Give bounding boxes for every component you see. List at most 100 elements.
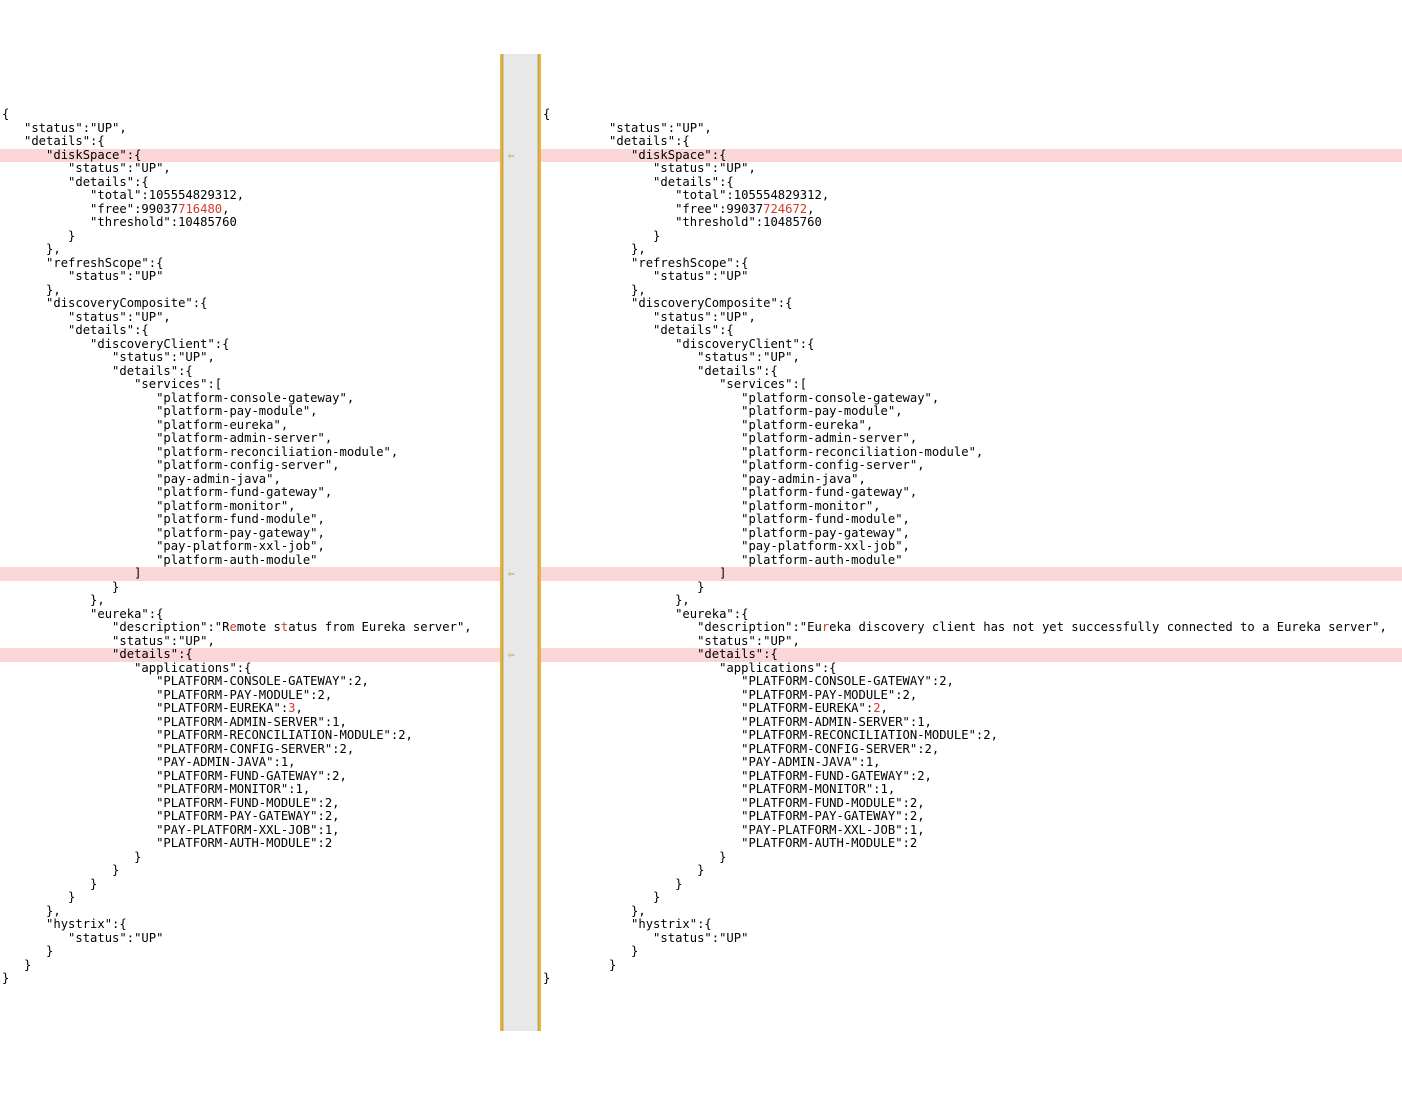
code-line: "platform-fund-gateway", [2, 486, 498, 500]
code-line: "PLATFORM-FUND-GATEWAY":2, [543, 770, 1400, 784]
code-line: "status":"UP", [2, 162, 498, 176]
code-line: "details":{ [543, 176, 1400, 190]
code-line: "details":{ [543, 648, 1400, 662]
code-line: } [543, 864, 1400, 878]
code-line: "status":"UP" [543, 932, 1400, 946]
code-line: "details":{ [543, 135, 1400, 149]
code-line: "PAY-ADMIN-JAVA":1, [543, 756, 1400, 770]
code-line: ] [543, 567, 1400, 581]
code-line: "description":"Remote status from Eureka… [2, 621, 498, 635]
code-line: "discoveryComposite":{ [2, 297, 498, 311]
code-line: "platform-monitor", [2, 500, 498, 514]
code-line: } [2, 851, 498, 865]
code-line: "PLATFORM-RECONCILIATION-MODULE":2, [2, 729, 498, 743]
code-line: "platform-auth-module" [2, 554, 498, 568]
code-line: }, [2, 243, 498, 257]
code-line: "PLATFORM-ADMIN-SERVER":1, [543, 716, 1400, 730]
code-line: "platform-console-gateway", [543, 392, 1400, 406]
code-line: "PLATFORM-EUREKA":2, [543, 702, 1400, 716]
code-line: "pay-admin-java", [2, 473, 498, 487]
code-line: "status":"UP", [543, 162, 1400, 176]
merge-left-arrow-icon[interactable]: ⇦ [504, 567, 537, 581]
code-line: { [2, 108, 498, 122]
code-line: } [2, 878, 498, 892]
code-line: }, [543, 905, 1400, 919]
code-line: "platform-monitor", [543, 500, 1400, 514]
merge-left-arrow-icon[interactable]: ⇦ [504, 648, 537, 662]
code-line: "status":"UP", [2, 122, 498, 136]
code-line: "refreshScope":{ [2, 257, 498, 271]
code-line: "platform-eureka", [2, 419, 498, 433]
code-line: } [543, 891, 1400, 905]
code-line: "platform-config-server", [543, 459, 1400, 473]
code-line: "pay-admin-java", [543, 473, 1400, 487]
code-line: "details":{ [2, 135, 498, 149]
code-line: "threshold":10485760 [2, 216, 498, 230]
code-line: }, [2, 594, 498, 608]
code-line: } [2, 959, 498, 973]
code-line: ] [2, 567, 498, 581]
code-line: "PLATFORM-AUTH-MODULE":2 [2, 837, 498, 851]
code-line: "hystrix":{ [543, 918, 1400, 932]
code-line: "hystrix":{ [2, 918, 498, 932]
code-line: "platform-pay-gateway", [543, 527, 1400, 541]
code-line: } [2, 945, 498, 959]
code-line: "PLATFORM-FUND-GATEWAY":2, [2, 770, 498, 784]
code-line: }, [2, 905, 498, 919]
code-line: "status":"UP" [543, 270, 1400, 284]
code-line: "platform-fund-gateway", [543, 486, 1400, 500]
right-code: { "status":"UP", "details":{ "diskSpace"… [541, 108, 1402, 986]
code-line: "free":99037716480, [2, 203, 498, 217]
code-line: } [543, 230, 1400, 244]
code-line: "pay-platform-xxl-job", [543, 540, 1400, 554]
code-line: "discoveryClient":{ [543, 338, 1400, 352]
diff-viewer: { "status":"UP", "details":{ "diskSpace"… [0, 54, 1402, 1031]
code-line: } [2, 972, 498, 986]
code-line: } [2, 230, 498, 244]
code-line: "PLATFORM-RECONCILIATION-MODULE":2, [543, 729, 1400, 743]
right-pane[interactable]: { "status":"UP", "details":{ "diskSpace"… [541, 54, 1402, 1031]
code-line: "status":"UP", [2, 311, 498, 325]
code-line: "PLATFORM-AUTH-MODULE":2 [543, 837, 1400, 851]
left-pane[interactable]: { "status":"UP", "details":{ "diskSpace"… [0, 54, 500, 1031]
code-line: "PLATFORM-PAY-MODULE":2, [2, 689, 498, 703]
code-line: } [543, 959, 1400, 973]
diff-gutter[interactable]: ⇦ ⇦ ⇦ [503, 54, 538, 1031]
code-line: "platform-admin-server", [2, 432, 498, 446]
code-line: "PLATFORM-MONITOR":1, [2, 783, 498, 797]
code-line: "details":{ [2, 365, 498, 379]
code-line: }, [543, 243, 1400, 257]
code-line: "PLATFORM-PAY-MODULE":2, [543, 689, 1400, 703]
code-line: "threshold":10485760 [543, 216, 1400, 230]
left-code: { "status":"UP", "details":{ "diskSpace"… [0, 108, 500, 986]
code-line: "platform-fund-module", [543, 513, 1400, 527]
code-line: "platform-pay-gateway", [2, 527, 498, 541]
code-line: "platform-console-gateway", [2, 392, 498, 406]
code-line: "applications":{ [2, 662, 498, 676]
code-line: "PLATFORM-FUND-MODULE":2, [2, 797, 498, 811]
code-line: "PLATFORM-CONSOLE-GATEWAY":2, [543, 675, 1400, 689]
code-line: "details":{ [543, 365, 1400, 379]
code-line: } [543, 945, 1400, 959]
code-line: "status":"UP" [2, 270, 498, 284]
code-line: } [543, 581, 1400, 595]
code-line: "status":"UP" [2, 932, 498, 946]
code-line: "PLATFORM-FUND-MODULE":2, [543, 797, 1400, 811]
code-line: }, [543, 284, 1400, 298]
code-line: "status":"UP", [543, 122, 1400, 136]
code-line: "platform-admin-server", [543, 432, 1400, 446]
code-line: "details":{ [2, 324, 498, 338]
code-line: "refreshScope":{ [543, 257, 1400, 271]
code-line: "platform-fund-module", [2, 513, 498, 527]
code-line: }, [2, 284, 498, 298]
code-line: "eureka":{ [2, 608, 498, 622]
code-line: } [543, 851, 1400, 865]
code-line: "PLATFORM-CONFIG-SERVER":2, [543, 743, 1400, 757]
code-line: "PAY-PLATFORM-XXL-JOB":1, [543, 824, 1400, 838]
code-line: "platform-auth-module" [543, 554, 1400, 568]
code-line: "services":[ [543, 378, 1400, 392]
code-line: "applications":{ [543, 662, 1400, 676]
merge-left-arrow-icon[interactable]: ⇦ [504, 149, 537, 163]
code-line: "discoveryComposite":{ [543, 297, 1400, 311]
code-line: "diskSpace":{ [2, 149, 498, 163]
